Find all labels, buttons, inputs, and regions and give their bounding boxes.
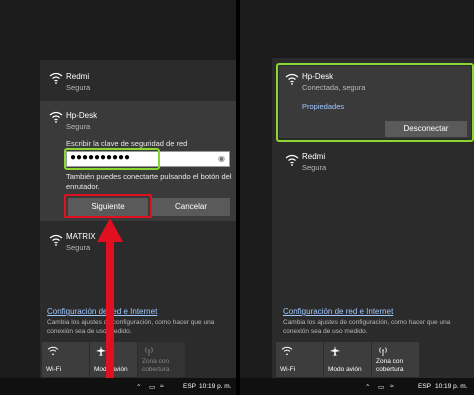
network-name: Redmi: [66, 72, 90, 81]
network-settings-description: Cambia los ajustes de configuración, com…: [283, 319, 451, 335]
network-status: Segura: [66, 122, 91, 131]
wifi-icon[interactable]: ≈: [160, 383, 164, 390]
wifi-icon[interactable]: ≈: [390, 383, 394, 390]
tile-label: Zona con cobertura: [376, 358, 404, 373]
wifi-icon: [281, 346, 293, 356]
password-highlight-box: [64, 148, 160, 170]
wifi-icon: [49, 234, 63, 246]
wifi-icon: [285, 154, 299, 166]
wifi-icon: [49, 72, 63, 84]
tile-label: Modo avión: [328, 366, 362, 373]
clock[interactable]: 10:19 p. m.: [199, 383, 232, 390]
network-status: Segura: [302, 163, 327, 172]
wifi-tile[interactable]: Wi-Fi: [42, 342, 89, 377]
clock[interactable]: 10:19 p. m.: [435, 383, 468, 390]
language-indicator[interactable]: ESP: [418, 383, 431, 390]
network-name: MATRIX: [66, 232, 96, 241]
network-status: Segura: [66, 83, 91, 92]
taskbar: ⌃ ▭ ≈ ESP 10:19 p. m.: [240, 378, 474, 395]
next-button-highlight-box: [64, 194, 152, 218]
network-item-redmi[interactable]: Redmi Segura: [279, 146, 471, 180]
battery-icon[interactable]: ▭: [378, 383, 384, 391]
mobile-hotspot-tile[interactable]: Zona con cobertura: [372, 342, 419, 377]
reveal-password-icon[interactable]: ◉: [218, 154, 225, 163]
hotspot-icon: [145, 347, 153, 356]
airplane-mode-tile[interactable]: Modo avión: [324, 342, 371, 377]
hotspot-icon: [379, 347, 387, 356]
language-indicator[interactable]: ESP: [183, 383, 196, 390]
connected-network-highlight-box: [276, 63, 474, 142]
network-status: Segura: [66, 243, 91, 252]
network-settings-description: Cambia los ajustes de configuración, com…: [47, 319, 215, 335]
cancel-button[interactable]: Cancelar: [152, 198, 230, 216]
wifi-icon: [49, 111, 63, 123]
network-item-matrix[interactable]: MATRIX Segura: [40, 224, 236, 258]
network-settings-link[interactable]: Configuración de red e Internet: [283, 307, 393, 316]
chevron-up-icon[interactable]: ⌃: [365, 383, 370, 391]
network-name: Hp-Desk: [66, 111, 98, 120]
tile-label: Wi-Fi: [46, 366, 62, 373]
mobile-hotspot-tile[interactable]: Zona con cobertura: [138, 342, 185, 377]
battery-icon[interactable]: ▭: [149, 383, 155, 391]
chevron-up-icon[interactable]: ⌃: [136, 383, 141, 391]
router-button-hint: También puedes conectarte pulsando el bo…: [66, 172, 232, 191]
airplane-icon: [330, 346, 340, 356]
network-name: Redmi: [302, 152, 326, 161]
red-arrow-annotation: [97, 218, 123, 378]
tile-label: Zona con cobertura: [142, 358, 170, 373]
taskbar: ⌃ ▭ ≈ ESP 10:19 p. m.: [0, 378, 236, 395]
network-item-redmi[interactable]: Redmi Segura: [40, 62, 236, 96]
wifi-tile[interactable]: Wi-Fi: [276, 342, 323, 377]
security-key-prompt: Escribir la clave de seguridad de red: [66, 139, 188, 148]
wifi-icon: [47, 346, 59, 356]
tile-label: Wi-Fi: [280, 366, 296, 373]
